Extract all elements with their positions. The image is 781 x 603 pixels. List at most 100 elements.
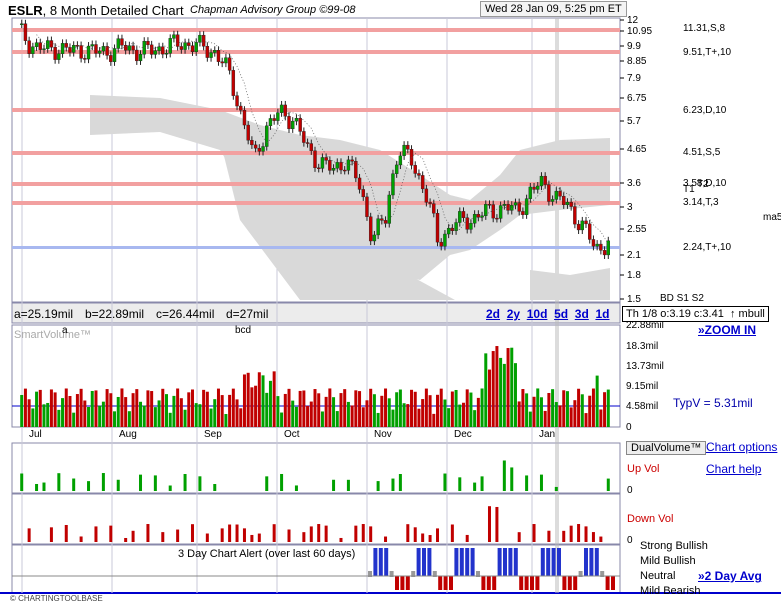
up-volume-bar [443,473,447,491]
candle-body [34,42,39,47]
candle-body [60,43,65,54]
down-volume-bar [406,524,410,542]
up-volume-bar [525,475,529,491]
alert-bearish-bar [611,576,615,590]
volume-bar [580,394,584,427]
down-volume-bar [302,532,306,542]
candle-body [536,185,540,190]
volume-bar [528,411,532,427]
volume-bar [53,392,57,427]
volume-bar [124,397,128,427]
down-volume-bar [94,526,98,542]
alert-bearish-bar [395,576,399,590]
volume-bar [324,396,328,427]
down-volume-bar [64,524,68,542]
alert-bearish-bar [519,576,524,590]
volume-bar [209,408,213,427]
volume-bar [38,389,42,427]
up-volume-bar [554,486,558,491]
volume-bar [339,393,343,427]
candle-body [491,204,495,219]
period-2d[interactable]: 2d [486,307,500,321]
candle-body [205,46,210,58]
down-volume-bar [562,530,566,542]
candle-body [591,239,596,247]
candle-body [573,206,577,225]
candle-body [123,45,128,51]
chart-options-link[interactable]: Chart options [706,440,777,454]
volume-bar [406,404,410,427]
volume-bar [161,388,165,427]
month-label: Jan [539,429,555,440]
volume-bar [384,388,388,427]
up-volume-bar [72,478,76,491]
volume-bar [302,390,306,427]
candle-body [317,167,321,170]
candle-body [443,233,447,247]
volume-bar [398,389,402,427]
volume-bar [139,401,143,427]
down-volume-bar [27,528,31,542]
candle-body [521,211,525,215]
candle-body [484,204,488,216]
price-tick-label: 12 [627,15,639,26]
volume-bar [101,401,105,427]
zoom-in-link[interactable]: »ZOOM IN [698,323,756,337]
volume-bar [57,409,61,427]
down-vol-zero: 0 [627,535,633,546]
volume-bar [83,400,87,427]
up-volume-bar [213,484,217,491]
up-volume-bar [183,474,187,491]
down-volume-bar [220,528,224,542]
two-day-avg-link[interactable]: »2 Day Avg [698,569,762,583]
volume-bar [543,410,547,427]
candle-body [79,45,83,59]
volume-bar [142,405,146,427]
period-10d[interactable]: 10d [527,307,548,321]
candle-body [432,203,436,214]
volume-bar [328,388,332,427]
candle-body [346,159,351,171]
period-1d[interactable]: 1d [595,307,609,321]
marker-t1: T1 [683,184,695,195]
alert-bullish-bar [508,548,513,576]
candle-body [354,161,358,179]
volume-bar [298,390,302,427]
legend-strong-bullish: Strong Bullish [640,540,708,552]
volume-bar [332,397,336,427]
chart-help-link[interactable]: Chart help [706,462,761,476]
candle-body [372,234,377,242]
candle-body [550,199,555,202]
support-line [12,246,620,249]
volume-bar [135,389,139,427]
candle-body [417,173,421,176]
candle-body [68,47,72,53]
period-2y[interactable]: 2y [507,307,520,321]
volume-tick-label: 18.3mil [626,341,658,352]
level-label: 3.14,T,3 [683,197,719,208]
up-volume-bar [42,482,46,491]
info-b: b=22.89mil [85,307,145,321]
volume-bar [584,413,588,427]
alert-bearish-bar [449,576,453,590]
down-volume-bar [109,525,113,542]
candle-body [599,243,603,251]
volume-bar [98,405,102,427]
volume-bar [454,389,458,427]
candle-body [565,202,570,205]
candle-body [461,211,466,218]
period-3d[interactable]: 3d [575,307,589,321]
down-volume-bar [532,524,536,542]
volume-bar [365,400,369,427]
volume-bar [287,388,291,427]
ohlc-readout: Th 1/8 o:3.19 c:3.41 ↑ mbull [622,306,769,322]
down-volume-bar [584,526,588,542]
volume-bar [120,388,124,427]
volume-bar [476,397,480,427]
volume-bar [432,413,436,427]
period-5d[interactable]: 5d [554,307,568,321]
down-volume-bar [250,534,254,542]
volume-bar [603,392,607,427]
up-volume-bar [539,474,543,491]
legend-mild-bullish: Mild Bullish [640,555,696,567]
